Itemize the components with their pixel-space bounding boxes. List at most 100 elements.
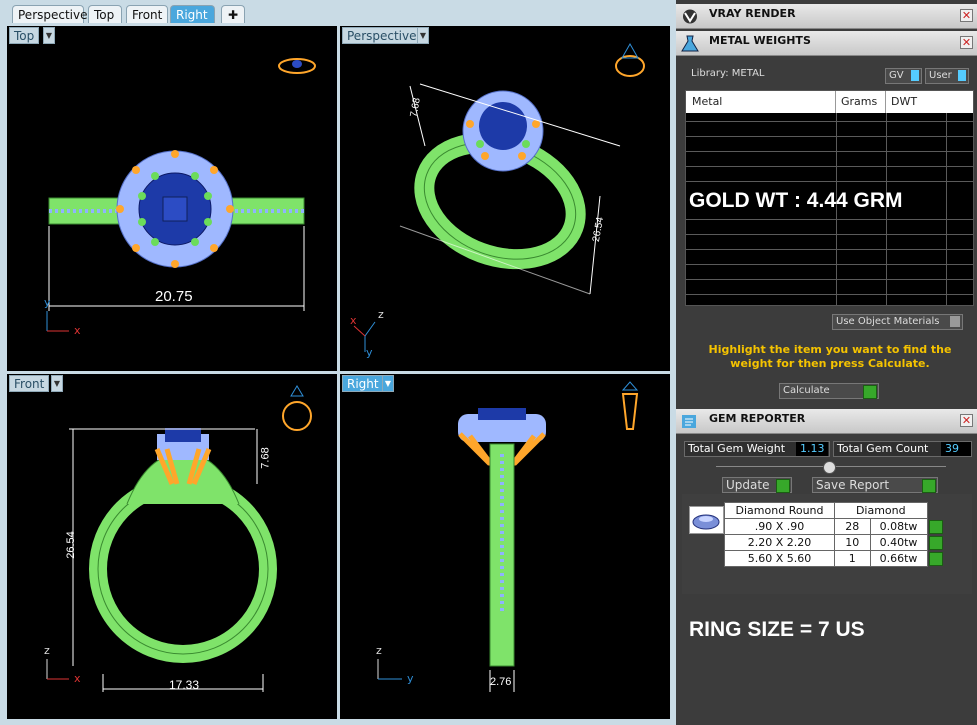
gv-toggle[interactable]: GV: [885, 68, 922, 84]
viewport-label-front[interactable]: Front: [9, 375, 50, 392]
chevron-down-icon[interactable]: ▼: [382, 375, 394, 392]
tab-front[interactable]: Front: [126, 5, 168, 23]
gem-size: 2.20 X 2.20: [723, 534, 836, 551]
user-label: User: [929, 70, 952, 81]
gem-size: .90 X .90: [723, 518, 836, 535]
chevron-down-icon[interactable]: ▼: [43, 27, 55, 44]
vray-logo-icon: [683, 9, 697, 24]
column-header-dwt[interactable]: DWT: [886, 91, 973, 113]
total-gem-weight-label: Total Gem Weight: [688, 442, 786, 455]
table-row[interactable]: 5.60 X 5.60 1 0.66tw: [723, 550, 947, 567]
close-icon[interactable]: ✕: [960, 9, 973, 22]
table-row: [686, 121, 973, 122]
vray-render-header[interactable]: VRAY RENDER ✕: [676, 4, 977, 29]
use-object-materials-toggle[interactable]: Use Object Materials: [832, 314, 963, 330]
gem-count: 1: [834, 550, 871, 567]
right-view-drawing: [377, 381, 639, 692]
toggle-indicator: [950, 316, 960, 327]
viewport-perspective[interactable]: 7.68 26.54 z x y Perspective ▼: [340, 26, 670, 371]
column-header-metal[interactable]: Metal: [686, 91, 836, 113]
ring-size-annotation: RING SIZE = 7 US: [689, 618, 865, 641]
user-toggle[interactable]: User: [925, 68, 969, 84]
front-width-dimension: 17.33: [169, 678, 200, 692]
table-row[interactable]: 2.20 X 2.20 10 0.40tw: [723, 534, 947, 551]
table-row[interactable]: .90 X .90 28 0.08tw: [723, 518, 947, 535]
table-row: [686, 279, 973, 280]
row-action[interactable]: [926, 518, 947, 535]
close-icon[interactable]: ✕: [960, 36, 973, 49]
right-width-dimension: 2.76: [490, 676, 512, 688]
gem-count: 10: [834, 534, 871, 551]
front-top-dimension: 7.68: [259, 447, 272, 469]
diamond-round-thumbnail[interactable]: [689, 506, 724, 534]
close-icon[interactable]: ✕: [960, 414, 973, 427]
table-row: [686, 219, 973, 220]
update-button[interactable]: Update: [722, 477, 792, 493]
table-row: [686, 234, 973, 235]
save-report-button[interactable]: Save Report: [812, 477, 938, 493]
chevron-down-icon[interactable]: ▼: [51, 375, 63, 392]
viewport-right[interactable]: 2.76 z y Right ▼: [340, 374, 670, 719]
gem-weight: 0.40tw: [869, 534, 928, 551]
slider-handle[interactable]: [823, 461, 836, 474]
calculate-button[interactable]: Calculate: [779, 383, 879, 399]
gold-weight-annotation: GOLD WT : 4.44 GRM: [689, 189, 903, 212]
total-gem-count-label: Total Gem Count: [837, 442, 929, 455]
viewport-label-right[interactable]: Right: [342, 375, 384, 392]
add-tab-button[interactable]: ✚: [221, 5, 245, 23]
perspective-view-drawing: [353, 42, 645, 352]
play-icon: [929, 535, 944, 550]
tab-perspective[interactable]: Perspective: [12, 5, 88, 23]
axis-y-label: y: [366, 346, 373, 359]
update-label: Update: [726, 478, 770, 492]
column-divider: [946, 113, 947, 305]
viewport-top[interactable]: 20.75 y x Top ▼: [7, 26, 337, 371]
axis-y-label: y: [44, 296, 51, 309]
axis-x-label: x: [74, 672, 81, 685]
gem-weight: 0.66tw: [869, 550, 928, 567]
column-header-grams[interactable]: Grams: [836, 91, 886, 113]
play-icon: [929, 551, 944, 566]
gem-report-icon: [682, 415, 696, 428]
calculate-label: Calculate: [783, 385, 830, 396]
tab-top[interactable]: Top: [88, 5, 122, 23]
play-icon: [922, 479, 936, 493]
panel-title: VRAY RENDER: [709, 7, 796, 20]
viewport-front[interactable]: 26.54 7.68 17.33 z x Front ▼: [7, 374, 337, 719]
panel-title: GEM REPORTER: [709, 412, 806, 425]
axis-x-label: x: [350, 314, 357, 327]
toggle-indicator: [958, 70, 966, 81]
play-icon: [776, 479, 790, 493]
gem-reporter-header[interactable]: GEM REPORTER ✕: [676, 409, 977, 434]
save-report-label: Save Report: [816, 478, 890, 492]
table-row: [686, 136, 973, 137]
tab-right[interactable]: Right: [170, 5, 215, 23]
library-label: Library: METAL: [691, 68, 765, 79]
front-height-dimension: 26.54: [64, 531, 77, 559]
table-row: [686, 151, 973, 152]
play-icon: [863, 385, 877, 399]
row-action[interactable]: [926, 534, 947, 551]
use-object-materials-label: Use Object Materials: [836, 316, 940, 327]
right-panel: VRAY RENDER ✕ METAL WEIGHTS ✕ Library: M…: [676, 0, 977, 725]
toggle-indicator: [911, 70, 919, 81]
gem-report-table[interactable]: Diamond Round Diamond .90 X .90 28 0.08t…: [723, 502, 947, 567]
calculate-hint: Highlight the item you want to find the …: [708, 343, 952, 370]
viewport-label-perspective[interactable]: Perspective: [342, 27, 422, 44]
axis-x-label: x: [74, 324, 81, 337]
metal-weights-header[interactable]: METAL WEIGHTS ✕: [676, 31, 977, 56]
gem-size: 5.60 X 5.60: [723, 550, 836, 567]
total-gem-weight-value: 1.13: [796, 442, 828, 456]
front-view-drawing: [46, 385, 312, 692]
row-action[interactable]: [926, 550, 947, 567]
viewport-label-top[interactable]: Top: [9, 27, 40, 44]
gem-weight: 0.08tw: [869, 518, 928, 535]
top-view-drawing: [46, 58, 316, 332]
table-row: [686, 294, 973, 295]
table-row: [686, 166, 973, 167]
round-diamond-icon: [692, 514, 720, 530]
chevron-down-icon[interactable]: ▼: [417, 27, 429, 44]
axis-z-label: z: [378, 308, 384, 321]
table-row: [686, 249, 973, 250]
header-spacer: [926, 502, 947, 519]
